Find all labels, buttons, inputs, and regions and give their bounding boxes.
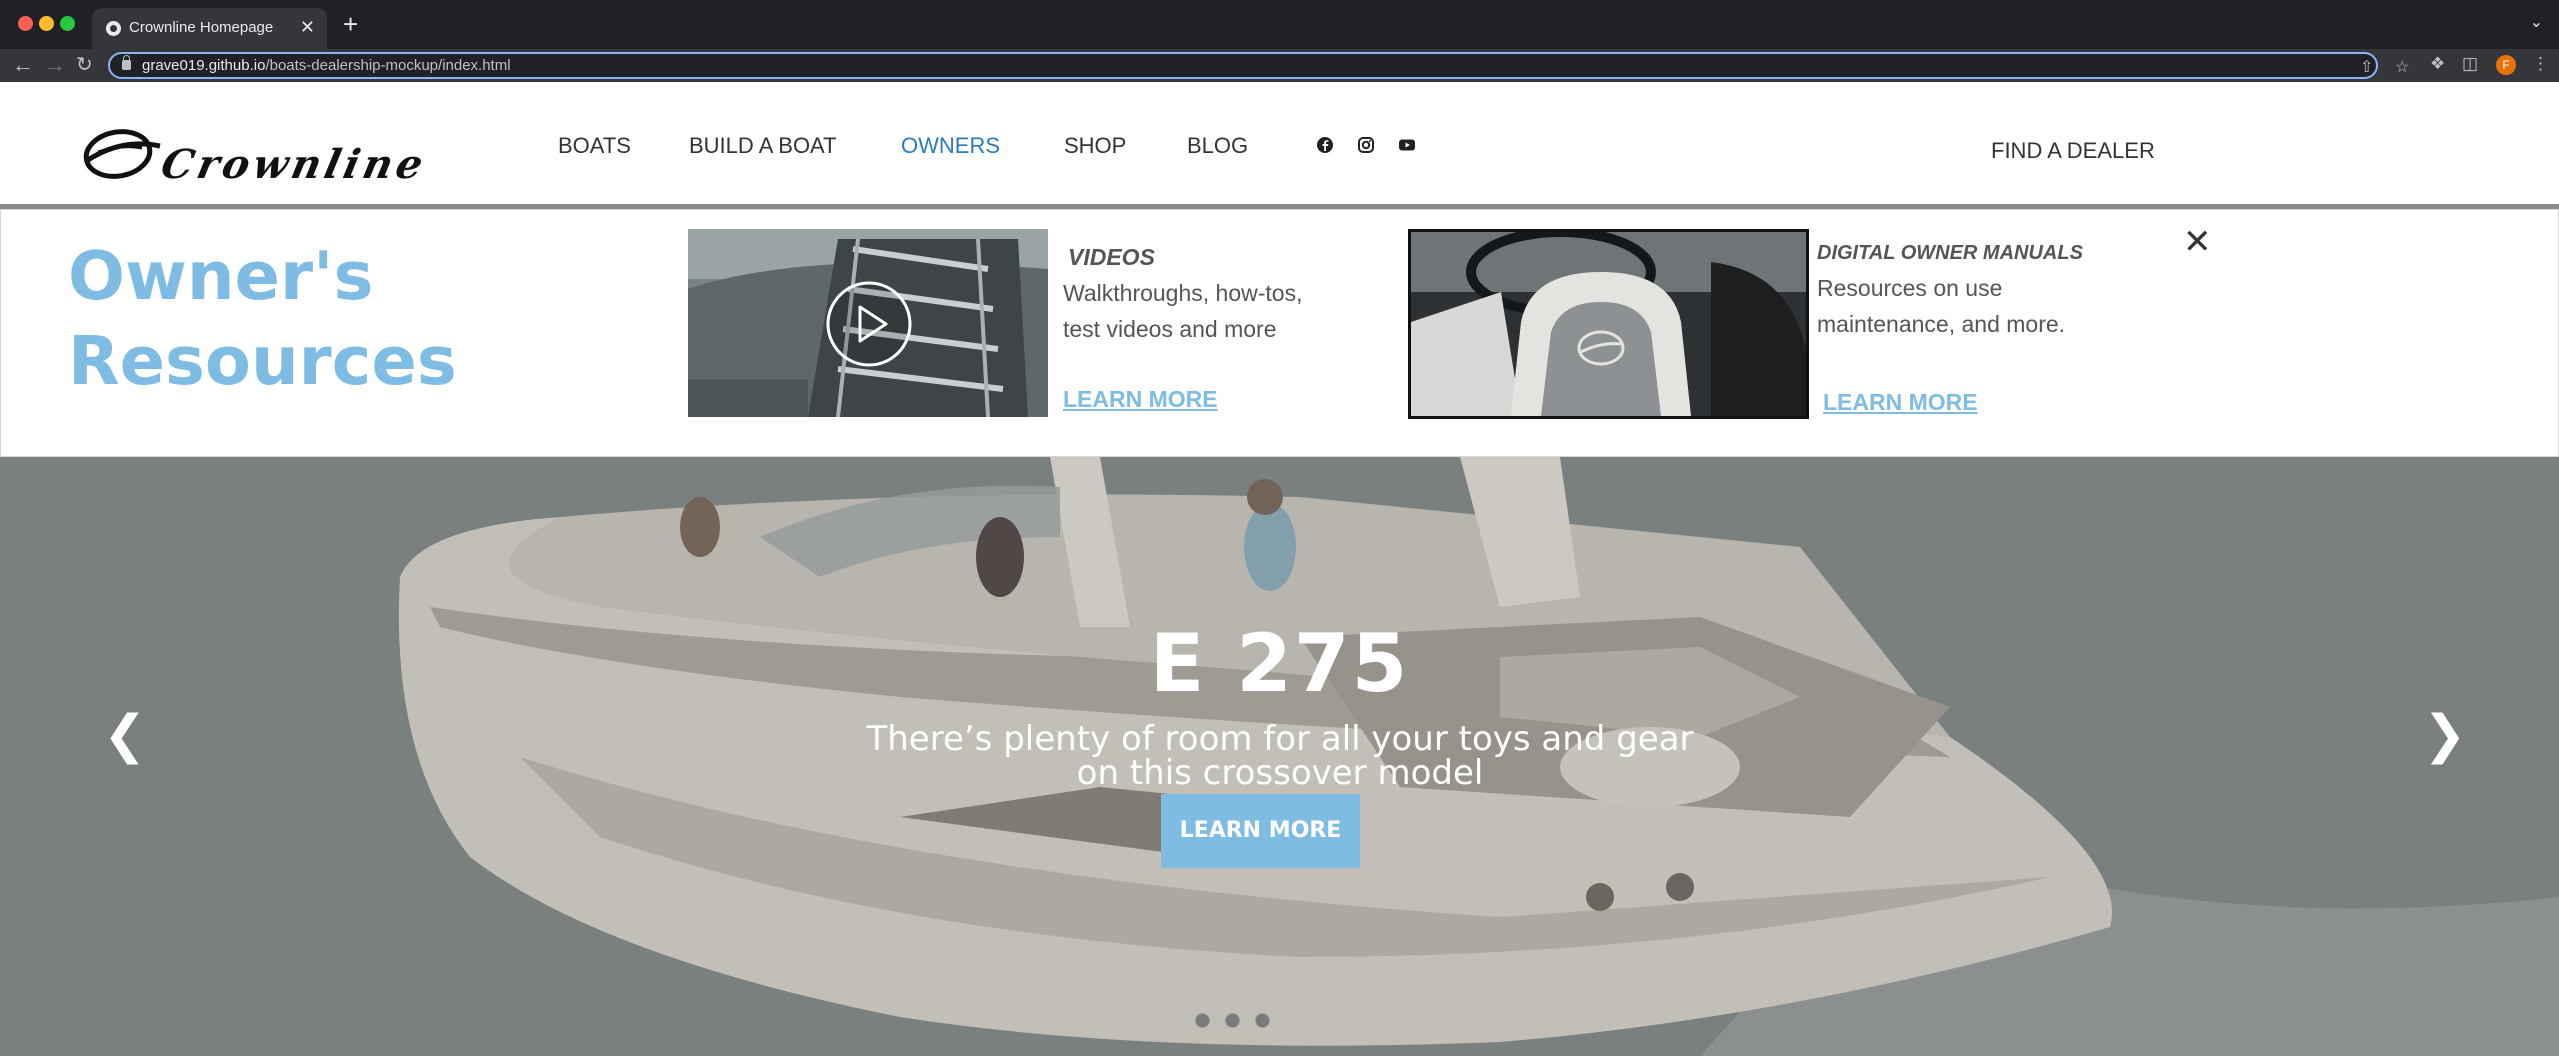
carousel-dot-2[interactable] <box>1225 1013 1240 1028</box>
forward-icon[interactable]: → <box>44 52 66 78</box>
lock-icon <box>122 55 131 70</box>
side-panel-icon[interactable]: ◫ <box>2462 54 2478 74</box>
nav-shop[interactable]: SHOP <box>1064 133 1126 159</box>
close-window-button[interactable] <box>18 16 33 31</box>
youtube-icon[interactable] <box>1398 136 1416 154</box>
extensions-icon[interactable]: ❖ <box>2430 54 2445 74</box>
tab-search-chevron-icon[interactable]: ⌄ <box>2530 12 2543 32</box>
back-icon[interactable]: ← <box>12 52 34 78</box>
manuals-learn-more-link[interactable]: LEARN MORE <box>1823 389 1978 416</box>
find-a-dealer-link[interactable]: FIND A DEALER <box>1991 138 2155 164</box>
owners-resources-heading: Owner's Resources <box>68 237 457 400</box>
minimize-window-button[interactable] <box>39 16 54 31</box>
carousel-dot-1[interactable] <box>1195 1013 1210 1028</box>
maximize-window-button[interactable] <box>60 16 75 31</box>
browser-menu-icon[interactable]: ⋮ <box>2532 54 2549 74</box>
play-icon[interactable] <box>824 279 914 369</box>
manuals-heading: DIGITAL OWNER MANUALS <box>1817 242 2083 264</box>
nav-blog[interactable]: BLOG <box>1187 133 1248 159</box>
browser-toolbar: ← → ↻ grave019.github.io/boats-dealershi… <box>0 49 2559 82</box>
nav-boats[interactable]: BOATS <box>558 133 631 159</box>
nav-build-a-boat[interactable]: BUILD A BOAT <box>689 133 837 159</box>
boat-helm-image <box>1411 232 1806 416</box>
close-icon[interactable]: ✕ <box>2183 222 2212 262</box>
bookmark-star-icon[interactable]: ☆ <box>2395 57 2409 77</box>
owner-manuals-thumbnail[interactable] <box>1408 229 1809 419</box>
crownline-emblem-icon <box>83 129 161 179</box>
logo-wordmark: Crownline <box>157 141 432 188</box>
carousel-prev-icon[interactable]: ❮ <box>103 707 147 763</box>
videos-learn-more-link[interactable]: LEARN MORE <box>1063 386 1218 413</box>
hero-title: E 275 <box>1149 617 1410 710</box>
globe-icon <box>106 21 121 36</box>
address-url[interactable]: grave019.github.io/boats-dealership-mock… <box>142 57 511 74</box>
tab-close-icon[interactable]: ✕ <box>300 17 315 37</box>
instagram-icon[interactable] <box>1357 136 1375 154</box>
new-tab-button[interactable]: + <box>343 10 358 38</box>
videos-thumbnail[interactable] <box>688 229 1048 417</box>
manuals-description: Resources on use maintenance, and more. <box>1817 275 2066 337</box>
browser-tab-bar: Crownline Homepage ✕ + ⌄ <box>0 0 2559 49</box>
share-icon[interactable]: ⇧ <box>2360 57 2373 77</box>
tab-title: Crownline Homepage <box>129 19 274 36</box>
carousel-next-icon[interactable]: ❯ <box>2423 707 2467 763</box>
videos-description: Walkthroughs, how-tos, test videos and m… <box>1063 280 1303 342</box>
hero-subtitle: There’s plenty of room for all your toys… <box>866 719 1694 793</box>
browser-tab[interactable]: Crownline Homepage ✕ <box>92 8 327 49</box>
reload-icon[interactable]: ↻ <box>76 52 93 78</box>
profile-avatar[interactable]: F <box>2496 55 2516 75</box>
facebook-icon[interactable] <box>1316 136 1334 154</box>
site-header: Crownline BOATS BUILD A BOAT OWNERS SHOP… <box>0 82 2559 209</box>
owners-dropdown-panel: Owner's Resources VIDEOS Walkthroughs, h… <box>0 209 2559 457</box>
hero-learn-more-button[interactable]: LEARN MORE <box>1161 794 1360 868</box>
address-bar[interactable]: grave019.github.io/boats-dealership-mock… <box>108 52 2409 79</box>
carousel-dot-3[interactable] <box>1255 1013 1270 1028</box>
videos-heading: VIDEOS <box>1068 244 1155 270</box>
carousel-indicators <box>1195 1013 1285 1031</box>
hero-carousel: E 275 There’s plenty of room for all you… <box>0 457 2559 1056</box>
nav-owners[interactable]: OWNERS <box>901 133 1000 159</box>
